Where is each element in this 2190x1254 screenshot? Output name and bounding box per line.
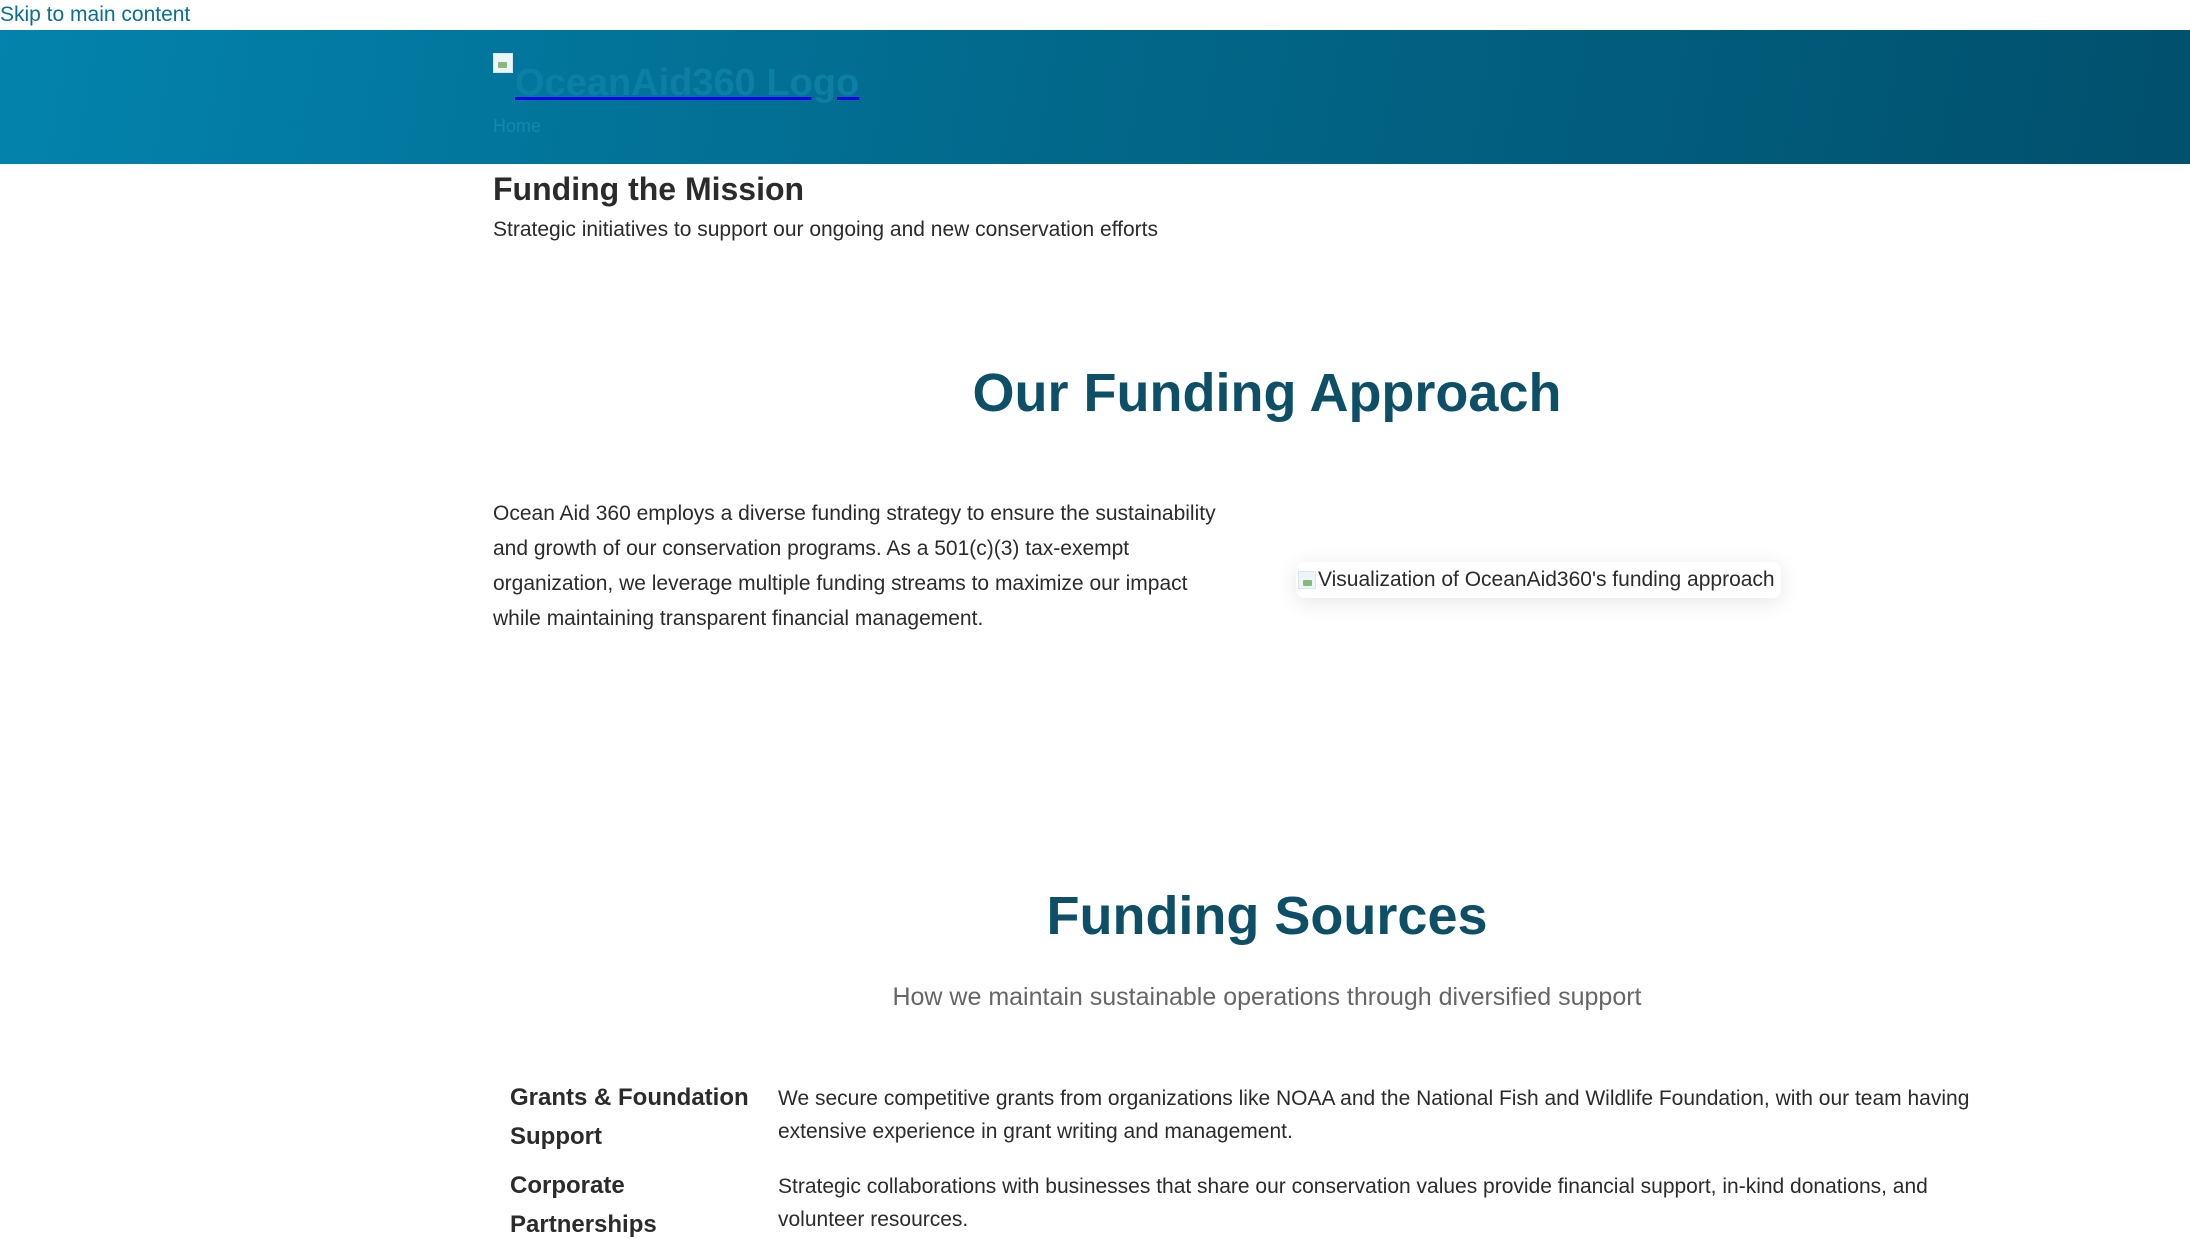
sources-subtitle: How we maintain sustainable operations t… xyxy=(892,983,1642,1011)
approach-image-alt: Visualization of OceanAid360's funding a… xyxy=(1318,568,1775,591)
broken-image-icon xyxy=(1298,571,1316,589)
source-name: Grants & Foundation Support xyxy=(510,1084,749,1150)
broken-image-icon xyxy=(493,53,513,73)
logo-link[interactable]: OceanAid360 Logo xyxy=(493,51,859,104)
funding-sources-list: Grants & Foundation Support We secure co… xyxy=(510,1078,2010,1254)
skip-to-main-link[interactable]: Skip to main content xyxy=(0,0,190,30)
source-name: Corporate Partnerships xyxy=(510,1172,657,1238)
source-description: We secure competitive grants from organi… xyxy=(778,1087,1970,1143)
approach-heading: Our Funding Approach xyxy=(972,363,1562,423)
source-description: Strategic collaborations with businesses… xyxy=(778,1175,1928,1231)
page-subtitle: Strategic initiatives to support our ong… xyxy=(493,218,1159,241)
approach-paragraph: Ocean Aid 360 employs a diverse funding … xyxy=(493,502,1216,630)
logo-alt-text: OceanAid360 Logo xyxy=(515,62,860,104)
list-item: Corporate Partnerships Strategic collabo… xyxy=(510,1166,2010,1244)
page-title: Funding the Mission xyxy=(493,171,805,207)
nav-home-link[interactable]: Home xyxy=(493,116,541,137)
list-item: Grants & Foundation Support We secure co… xyxy=(510,1078,2010,1156)
site-header: OceanAid360 Logo Home xyxy=(0,30,2190,164)
sources-heading: Funding Sources xyxy=(1046,886,1488,946)
approach-image: Visualization of OceanAid360's funding a… xyxy=(1296,562,1781,598)
